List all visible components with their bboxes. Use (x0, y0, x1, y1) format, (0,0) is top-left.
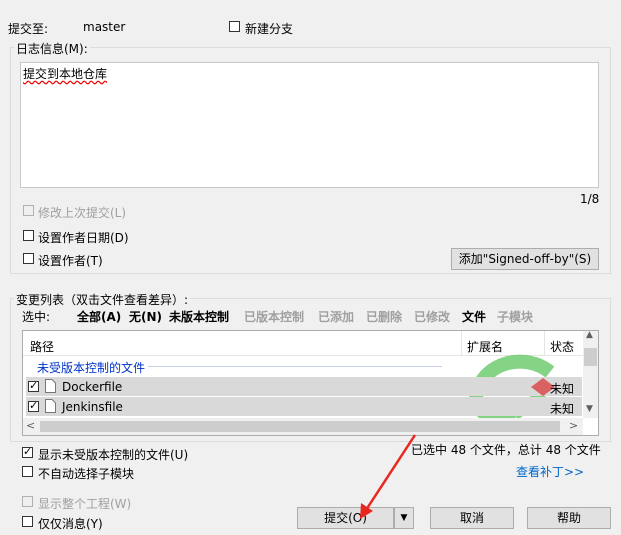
amend-checkbox[interactable] (23, 205, 34, 216)
view-patch-link[interactable]: 查看补丁>> (516, 463, 584, 480)
filter-none[interactable]: 无(N) (129, 308, 162, 325)
filter-submodules[interactable]: 子模块 (497, 308, 533, 325)
file-name-jenkinsfile: Jenkinsfile (62, 400, 123, 414)
filter-added[interactable]: 已添加 (318, 308, 354, 325)
group-header-unversioned: 未受版本控制的文件 (37, 361, 146, 375)
show-unversioned-label: 显示未受版本控制的文件(U) (38, 448, 189, 462)
cancel-button[interactable]: 取消 (430, 507, 514, 529)
log-message-text: 提交到本地仓库 (23, 67, 108, 81)
show-whole-project-label: 显示整个工程(W) (38, 497, 132, 511)
set-date-checkbox[interactable] (23, 230, 34, 241)
help-button[interactable]: 帮助 (527, 507, 611, 529)
column-path[interactable]: 路径 (30, 338, 54, 355)
filter-versioned[interactable]: 已版本控制 (244, 308, 304, 325)
annotation-arrow-icon (360, 434, 417, 519)
log-group-label: 日志信息(M): (14, 40, 90, 57)
file-checkbox-jenkinsfile[interactable] (28, 399, 39, 412)
new-branch-label: 新建分支 (245, 22, 294, 36)
file-icon (45, 379, 56, 393)
set-author-label: 设置作者(T) (38, 254, 103, 268)
message-only-label: 仅仅消息(Y) (38, 517, 103, 531)
page-indicator: 1/8 (580, 192, 600, 206)
scroll-up-icon[interactable]: ▲ (586, 330, 593, 340)
no-auto-submodule-label: 不自动选择子模块 (38, 467, 135, 481)
filter-all[interactable]: 全部(A) (77, 308, 121, 325)
log-message-textarea[interactable]: 提交到本地仓库 (20, 62, 599, 188)
new-branch-checkbox[interactable] (229, 21, 240, 32)
changes-group-label: 变更列表（双击文件查看差异）: (14, 291, 191, 308)
no-auto-submodule-checkbox[interactable] (22, 466, 33, 477)
commit-to-label: 提交至: (8, 22, 49, 36)
file-checkbox-dockerfile[interactable] (28, 379, 39, 392)
select-label: 选中: (22, 310, 51, 324)
vertical-scroll-thumb[interactable] (584, 348, 597, 366)
branch-name: master (83, 20, 126, 34)
selection-summary: 已选中 48 个文件，总计 48 个文件 (411, 443, 601, 457)
show-unversioned-checkbox[interactable] (22, 445, 33, 458)
scroll-down-icon[interactable]: ▼ (586, 404, 593, 414)
horizontal-scroll-thumb[interactable] (40, 421, 560, 432)
filter-deleted[interactable]: 已删除 (366, 308, 402, 325)
filter-files[interactable]: 文件 (462, 308, 486, 325)
filter-modified[interactable]: 已修改 (414, 308, 450, 325)
filter-unversioned[interactable]: 未版本控制 (169, 308, 229, 325)
file-name-dockerfile: Dockerfile (62, 380, 123, 394)
scroll-left-icon[interactable]: < (26, 419, 35, 432)
scroll-right-icon[interactable]: > (569, 419, 578, 432)
group-header-line (148, 366, 442, 367)
amend-label: 修改上次提交(L) (38, 206, 127, 220)
set-author-checkbox[interactable] (23, 253, 34, 264)
file-status-dockerfile: 未知 (550, 382, 575, 396)
file-status-jenkinsfile: 未知 (550, 402, 575, 416)
file-icon (45, 399, 56, 413)
message-only-checkbox[interactable] (22, 516, 33, 527)
show-whole-project-checkbox[interactable] (22, 496, 33, 507)
set-date-label: 设置作者日期(D) (38, 231, 129, 245)
signoff-button[interactable]: 添加"Signed-off-by"(S) (451, 248, 599, 270)
